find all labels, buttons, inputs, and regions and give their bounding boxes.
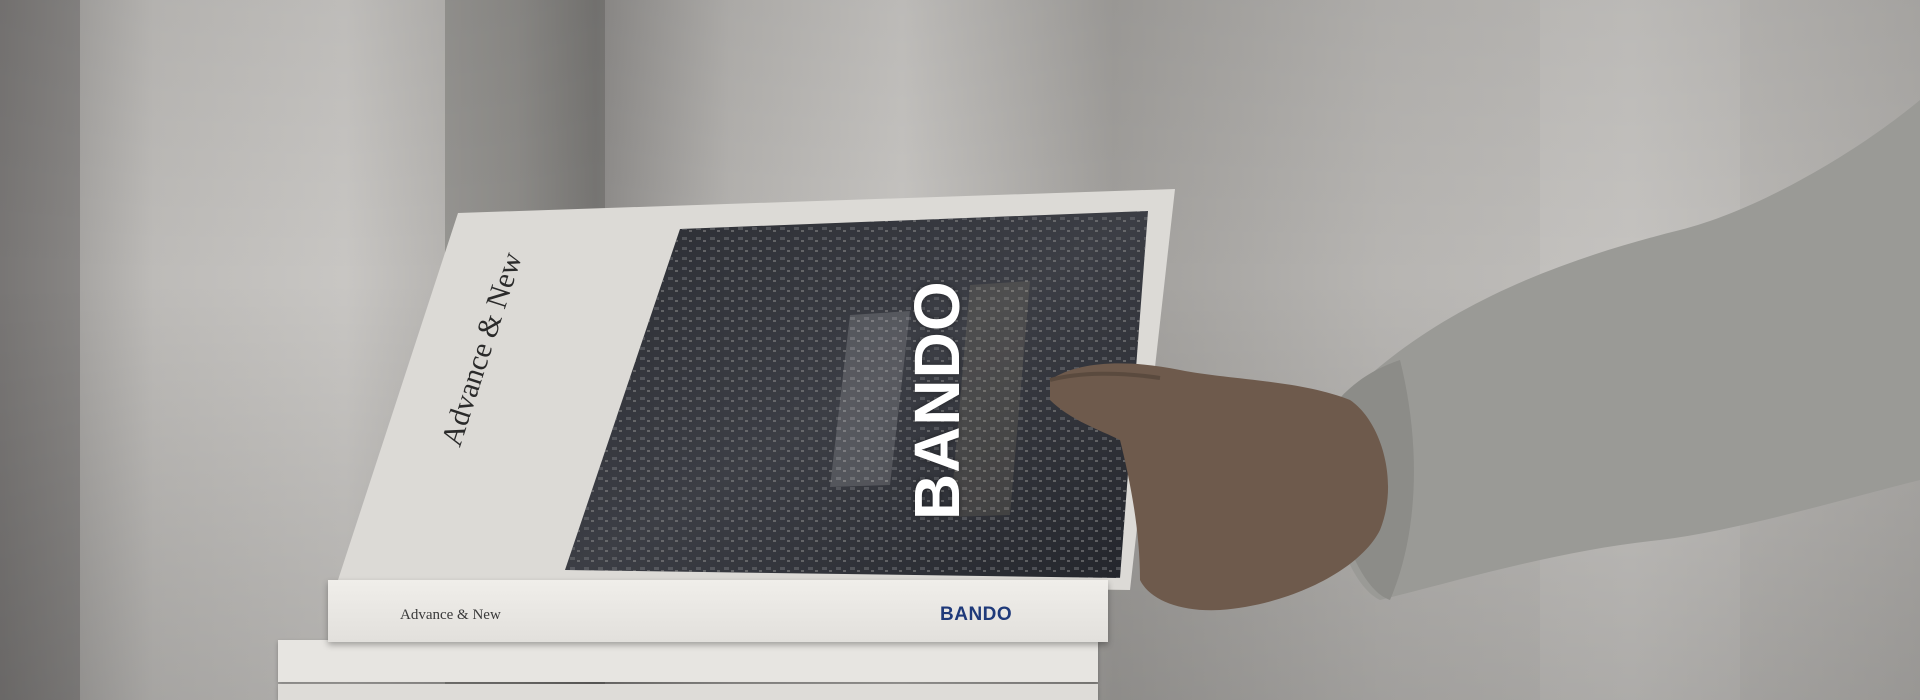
book-spine: Advance & New BANDO (328, 580, 1108, 642)
spine-brand: BANDO (940, 604, 1013, 625)
photo-scene: Advance & New BANDO Advance & New BANDO (0, 0, 1920, 700)
arm-and-hand (1049, 100, 1920, 611)
stacked-book (278, 640, 1098, 682)
spine-title: Advance & New (400, 607, 501, 623)
cover-brand: BANDO (901, 280, 973, 520)
stacked-book (278, 684, 1098, 700)
sweater-sleeve (1324, 100, 1920, 600)
hand (1050, 363, 1389, 611)
